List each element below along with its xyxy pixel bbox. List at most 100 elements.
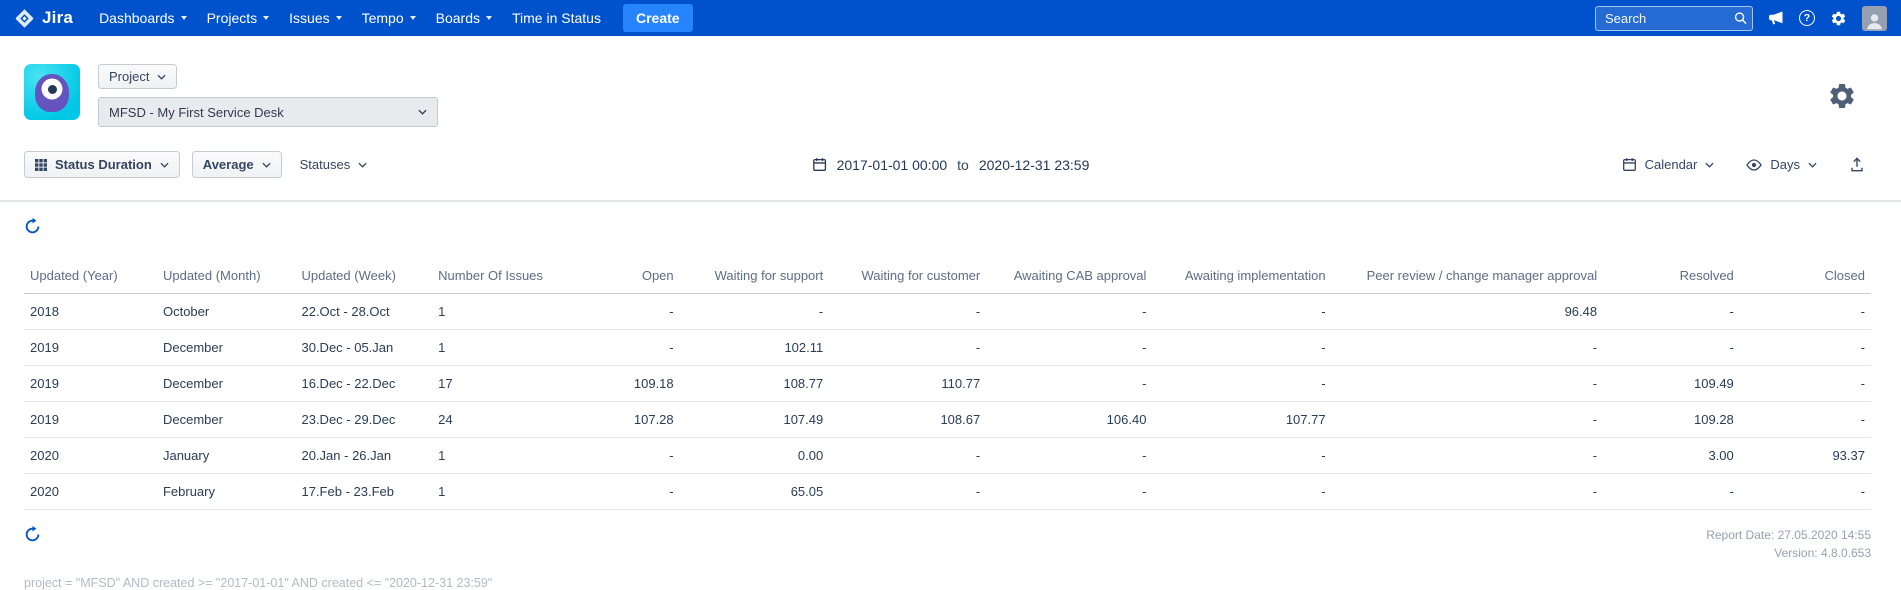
chevron-down-icon	[1808, 162, 1817, 168]
table-cell: 16.Dec - 22.Dec	[301, 376, 396, 391]
table-cell: -	[1729, 304, 1734, 319]
table-cell: 110.77	[941, 376, 981, 391]
table-cell: -	[1592, 376, 1598, 391]
time-unit-dropdown[interactable]: Days	[1740, 152, 1823, 177]
aggregation-dropdown[interactable]: Average	[191, 151, 282, 178]
column-header[interactable]: Number Of Issues	[432, 266, 558, 294]
project-select[interactable]: MFSD - My First Service Desk	[98, 97, 438, 127]
export-icon	[1849, 157, 1865, 173]
table-row: 2018 October 22.Oct - 28.Oct 1 - - - - - 96.48 - -	[24, 294, 1871, 330]
table-cell: 107.77	[1285, 412, 1326, 427]
table-cell: 107.49	[783, 412, 824, 427]
create-button[interactable]: Create	[622, 4, 693, 32]
chevron-down-icon	[263, 16, 270, 20]
nav-item-label: Boards	[435, 10, 480, 26]
chevron-down-icon	[486, 16, 492, 20]
column-header[interactable]: Resolved	[1603, 266, 1740, 294]
table-cell: 2019	[30, 340, 59, 355]
table-cell: -	[1860, 376, 1865, 391]
refresh-button-bottom[interactable]	[24, 526, 41, 543]
nav-item-time-in-status[interactable]: Time in Status	[502, 0, 611, 36]
table-row: 2019 December 23.Dec - 29.Dec 24 107.28 107.4…	[24, 402, 1871, 438]
avatar-pupil	[47, 84, 57, 94]
table-cell: -	[975, 340, 981, 355]
nav-item-boards[interactable]: Boards	[426, 0, 502, 36]
table-cell: -	[1592, 340, 1598, 355]
nav-item-issues[interactable]: Issues	[279, 0, 351, 36]
table-cell: 22.Oct - 28.Oct	[301, 304, 390, 319]
gear-icon	[1830, 10, 1847, 27]
table-cell: -	[1142, 340, 1147, 355]
table-row: 2020 January 20.Jan - 26.Jan 1 - 0.00 - - - - 3.00…	[24, 438, 1871, 474]
search-input[interactable]	[1595, 5, 1753, 31]
table-cell: -	[1860, 304, 1865, 319]
table-cell: 1	[438, 340, 446, 355]
help-button[interactable]: ?	[1799, 10, 1815, 26]
report-type-dropdown[interactable]: Status Duration	[24, 151, 180, 178]
avatar-figure	[35, 74, 69, 112]
date-from: 2017-01-01 00:00	[836, 156, 948, 173]
refresh-icon	[24, 218, 41, 235]
chevron-down-icon	[418, 109, 427, 115]
person-icon	[1864, 10, 1885, 31]
column-header[interactable]: Awaiting implementation	[1152, 266, 1331, 294]
column-header[interactable]: Closed	[1740, 266, 1871, 294]
table-cell: -	[1321, 448, 1326, 463]
nav-item-tempo[interactable]: Tempo	[352, 0, 426, 36]
table-cell: 65.05	[790, 484, 824, 499]
column-header[interactable]: Open	[558, 266, 680, 294]
table-cell: 1	[438, 484, 446, 499]
project-avatar[interactable]	[24, 64, 80, 120]
table-cell: 93.37	[1832, 448, 1865, 463]
nav-item-projects[interactable]: Projects	[197, 0, 280, 36]
chevron-down-icon	[180, 16, 187, 20]
table-cell: October	[162, 304, 210, 319]
table-cell: -	[1592, 448, 1598, 463]
date-range-picker[interactable]: 2017-01-01 00:00 to 2020-12-31 23:59	[812, 156, 1089, 173]
statuses-dropdown[interactable]: Statuses	[294, 152, 374, 177]
table-cell: -	[1860, 484, 1865, 499]
scope-dropdown-button[interactable]: Project	[98, 64, 178, 89]
chevron-down-icon	[1705, 162, 1714, 168]
export-button[interactable]	[1843, 152, 1871, 178]
table-cell: 108.67	[940, 412, 981, 427]
eye-icon	[1746, 159, 1762, 171]
table-cell: -	[1321, 484, 1326, 499]
table-cell: -	[1860, 412, 1865, 427]
feedback-button[interactable]	[1768, 10, 1784, 26]
nav-item-label: Projects	[206, 10, 258, 26]
time-unit-label: Days	[1770, 157, 1800, 172]
nav-item-label: Tempo	[361, 10, 404, 26]
search-icon[interactable]	[1734, 12, 1747, 25]
jira-brand[interactable]: Jira	[14, 8, 73, 29]
column-header[interactable]: Peer review / change manager approval	[1332, 266, 1604, 294]
chevron-down-icon	[409, 16, 416, 20]
calendar-mode-dropdown[interactable]: Calendar	[1616, 152, 1721, 177]
report-toolbar: Status Duration Average Statuses 2017-01…	[0, 127, 1901, 200]
table-cell: -	[1860, 340, 1865, 355]
column-header[interactable]: Updated (Month)	[157, 266, 296, 294]
table-cell: 2018	[30, 304, 59, 319]
chevron-down-icon	[160, 162, 169, 168]
table-cell: 3.00	[1708, 448, 1734, 463]
column-header[interactable]: Waiting for support	[680, 266, 830, 294]
table-cell: 2020	[30, 448, 59, 463]
table-cell: February	[162, 484, 215, 499]
statuses-label: Statuses	[299, 157, 351, 172]
admin-settings-button[interactable]	[1830, 10, 1847, 27]
table-cell: -	[1729, 484, 1734, 499]
table-cell: 1	[438, 448, 446, 463]
nav-item-dashboards[interactable]: Dashboards	[89, 0, 197, 36]
chevron-down-icon	[358, 162, 367, 168]
refresh-button[interactable]	[24, 218, 41, 235]
column-header[interactable]: Awaiting CAB approval	[986, 266, 1152, 294]
table-cell: -	[1142, 376, 1147, 391]
report-settings-button[interactable]	[1821, 80, 1863, 112]
column-header[interactable]: Waiting for customer	[829, 266, 986, 294]
profile-button[interactable]	[1862, 5, 1887, 31]
table-cell: -	[975, 304, 981, 319]
avatar	[1862, 5, 1887, 31]
megaphone-icon	[1768, 10, 1784, 26]
column-header[interactable]: Updated (Year)	[24, 266, 157, 294]
column-header[interactable]: Updated (Week)	[295, 266, 432, 294]
